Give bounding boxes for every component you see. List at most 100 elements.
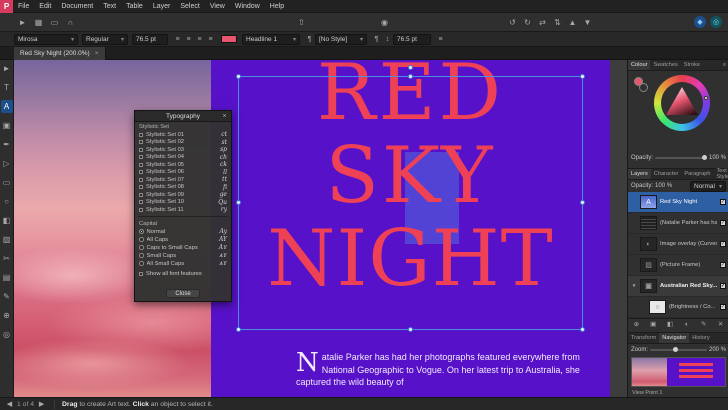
stylistic-set-row[interactable]: Stylistic Set 08fi (135, 184, 231, 192)
capital-option[interactable]: Caps to Small CapsAʏ (135, 244, 231, 252)
photo-persona-icon[interactable]: ◎ (710, 16, 722, 28)
layer-row[interactable]: ARed Sky Night✓ (628, 192, 728, 213)
align-center-icon[interactable]: ≡ (183, 34, 194, 45)
tab-history[interactable]: History (689, 333, 712, 343)
layer-row[interactable]: ▾▣Australian Red Sky...✓ (628, 276, 728, 297)
next-page-icon[interactable]: ▶ (36, 399, 47, 410)
art-text-tool-icon[interactable]: A (1, 100, 13, 113)
edit-icon[interactable]: ✎ (699, 319, 709, 329)
move-tool-icon[interactable]: ► (1, 62, 13, 75)
layer-visibility-checkbox[interactable]: ✓ (720, 304, 726, 310)
headline-line-2[interactable]: SKY (211, 137, 610, 215)
radio[interactable] (139, 261, 144, 266)
zoom-value[interactable]: 200 % (709, 347, 726, 353)
app-logo-icon[interactable]: P (0, 0, 13, 13)
align-justify-icon[interactable]: ≡ (205, 34, 216, 45)
capital-option[interactable]: Small Capsᴀʏ (135, 252, 231, 260)
layer-visibility-checkbox[interactable]: ✓ (720, 220, 726, 226)
previous-page-icon[interactable]: ◀ (4, 399, 15, 410)
page-indicator[interactable]: 1 of 4 (17, 401, 34, 408)
delete-layer-icon[interactable]: ✕ (716, 319, 726, 329)
menu-file[interactable]: File (13, 0, 34, 13)
stylistic-set-row[interactable]: Stylistic Set 06ll (135, 169, 231, 177)
checkbox[interactable] (139, 148, 143, 152)
rotate-left-icon[interactable]: ↺ (506, 16, 519, 29)
capital-option[interactable]: All CapsAY (135, 236, 231, 244)
paragraph-style-select[interactable]: [No Style]▾ (315, 34, 367, 45)
tab-transform[interactable]: Transform (628, 333, 659, 343)
place-image-tool-icon[interactable]: ▤ (1, 271, 13, 284)
tab-layers[interactable]: Layers (628, 169, 651, 179)
radio[interactable] (139, 253, 144, 258)
radio[interactable] (139, 245, 144, 250)
flip-vertical-icon[interactable]: ⇅ (551, 16, 564, 29)
blend-mode-select[interactable]: Normal▾ (690, 181, 726, 192)
expand-arrow-icon[interactable]: ▾ (631, 283, 637, 289)
ellipse-tool-icon[interactable]: ○ (1, 195, 13, 208)
designer-persona-icon[interactable]: ◆ (694, 16, 706, 28)
tab-text-styles[interactable]: Text Styles (713, 169, 728, 179)
colour-wheel[interactable] (654, 75, 710, 131)
layer-row[interactable]: (Natalie Parker has ha...✓ (628, 213, 728, 234)
frame-text-tool-icon[interactable]: T (1, 81, 13, 94)
pen-tool-icon[interactable]: ✒ (1, 138, 13, 151)
headline-line-1[interactable]: RED (211, 60, 610, 132)
tab-colour[interactable]: Colour (628, 60, 650, 70)
capital-option[interactable]: All Small Capsᴀʏ (135, 260, 231, 268)
selection-handle[interactable] (408, 327, 413, 332)
text-colour-swatch[interactable] (221, 35, 237, 43)
typography-panel-titlebar[interactable]: Typography × (135, 111, 231, 122)
menu-layer[interactable]: Layer (148, 0, 176, 13)
navigator-thumbnail[interactable] (631, 357, 726, 387)
picture-frame-tool-icon[interactable]: ▣ (1, 119, 13, 132)
checkbox[interactable] (139, 178, 143, 182)
stylistic-set-row[interactable]: Stylistic Set 10Qu (135, 199, 231, 207)
menu-table[interactable]: Table (121, 0, 148, 13)
menu-document[interactable]: Document (56, 0, 98, 13)
pilcrow-icon[interactable]: ¶ (371, 34, 382, 45)
layers-opacity-value[interactable]: 100 % (655, 183, 672, 189)
align-left-icon[interactable]: ≡ (172, 34, 183, 45)
checkbox[interactable] (139, 193, 143, 197)
vector-crop-tool-icon[interactable]: ✂ (1, 252, 13, 265)
fill-colour-selector[interactable] (634, 77, 643, 86)
checkbox[interactable] (139, 208, 143, 212)
arrange-front-icon[interactable]: ▲ (566, 16, 579, 29)
insert-icon[interactable]: ⇧ (295, 16, 308, 29)
checkbox[interactable] (139, 140, 143, 144)
new-layer-icon[interactable]: ▣ (648, 319, 658, 329)
checkbox[interactable] (139, 133, 143, 137)
align-right-icon[interactable]: ≡ (194, 34, 205, 45)
rotate-right-icon[interactable]: ↻ (521, 16, 534, 29)
view-point-label[interactable]: View Point 1 (632, 390, 662, 396)
fill-tool-icon[interactable]: ◧ (1, 214, 13, 227)
layer-row[interactable]: ▨(Picture Frame)✓ (628, 255, 728, 276)
zoom-slider-knob[interactable] (673, 347, 678, 352)
layer-visibility-checkbox[interactable]: ✓ (720, 262, 726, 268)
tab-swatches[interactable]: Swatches (650, 60, 680, 70)
text-style-select[interactable]: Headline 1▾ (242, 34, 300, 45)
menu-help[interactable]: Help (265, 0, 289, 13)
layer-row-child[interactable]: ○(Brightness / Co...✓ (628, 297, 728, 318)
checkbox[interactable] (139, 185, 143, 189)
stylistic-set-row[interactable]: Stylistic Set 11ry (135, 206, 231, 214)
stylistic-set-row[interactable]: Stylistic Set 02st (135, 139, 231, 147)
layer-visibility-checkbox[interactable]: ✓ (720, 199, 726, 205)
radio-selected[interactable] (139, 229, 144, 234)
adjustment-icon[interactable]: ◐ (682, 319, 692, 329)
panel-menu-icon[interactable]: ≡ (720, 60, 728, 70)
show-all-features-checkbox[interactable] (139, 272, 143, 276)
font-family-select[interactable]: Mirosa▾ (14, 34, 78, 45)
canvas-area[interactable]: RED SKY NIGHT Natalie Parker has had her… (14, 60, 627, 397)
tab-stroke[interactable]: Stroke (681, 60, 703, 70)
menu-text[interactable]: Text (98, 0, 121, 13)
transparency-tool-icon[interactable]: ▨ (1, 233, 13, 246)
arrange-back-icon[interactable]: ▼ (581, 16, 594, 29)
stylistic-set-row[interactable]: Stylistic Set 05ck (135, 161, 231, 169)
document-tab[interactable]: Red Sky Night (200.0%) × (14, 47, 106, 60)
panel-menu-icon[interactable]: ≡ (435, 34, 446, 45)
opacity-slider[interactable] (655, 157, 707, 159)
stylistic-set-row[interactable]: Stylistic Set 07tt (135, 176, 231, 184)
checkbox[interactable] (139, 200, 143, 204)
colour-picker-tool-icon[interactable]: ✎ (1, 290, 13, 303)
